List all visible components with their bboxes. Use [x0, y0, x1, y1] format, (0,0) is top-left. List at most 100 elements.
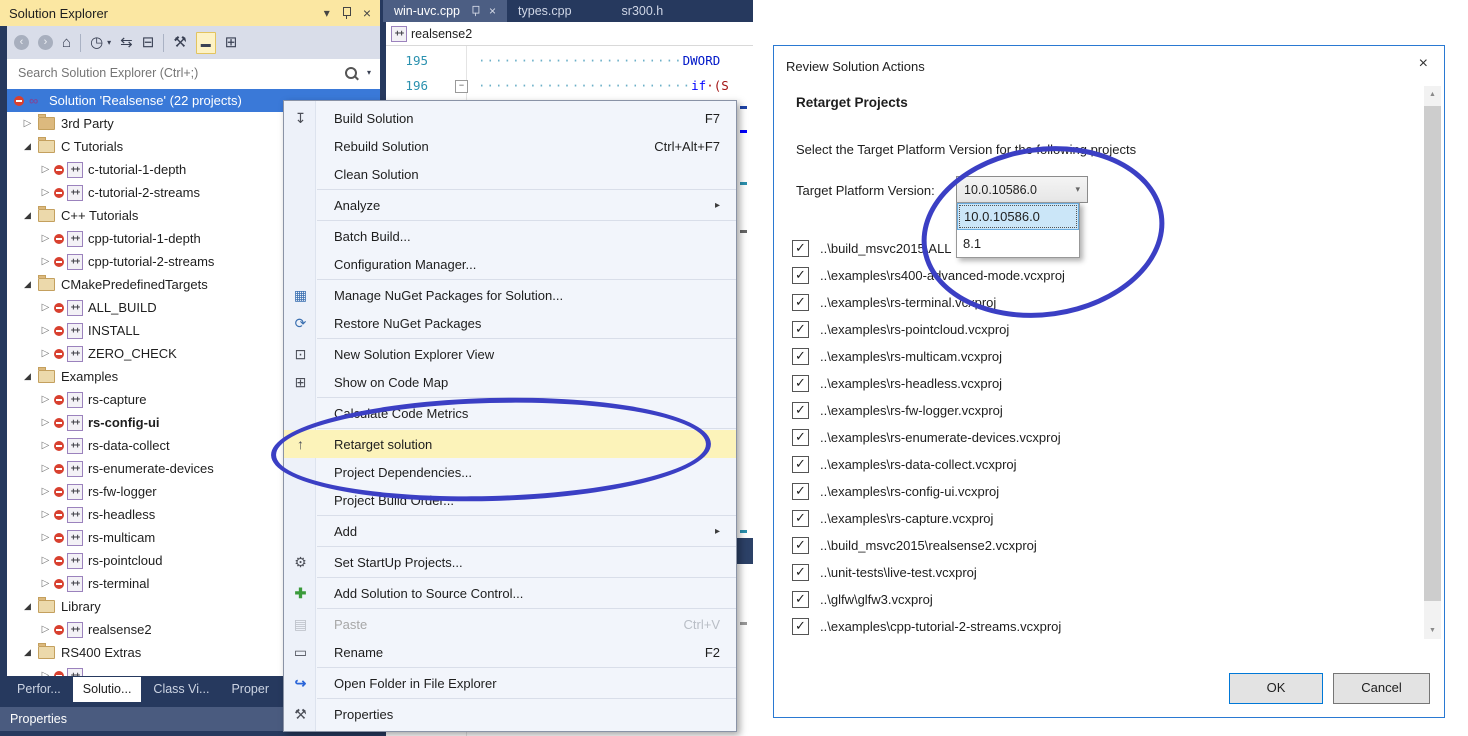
menu-item-show-on-code-map[interactable]: ⊞Show on Code Map	[284, 368, 736, 396]
menu-item-analyze[interactable]: Analyze▸	[284, 191, 736, 219]
twisty-collapsed-icon[interactable]: ▷	[39, 256, 52, 267]
twisty-collapsed-icon[interactable]: ▷	[39, 509, 52, 520]
twisty-expanded-icon[interactable]: ◢	[21, 601, 34, 612]
target-platform-version-combobox[interactable]: 10.0.10586.0 ▾	[956, 176, 1088, 203]
twisty-collapsed-icon[interactable]: ▷	[21, 118, 34, 129]
twisty-collapsed-icon[interactable]: ▷	[39, 624, 52, 635]
project-checkbox-row[interactable]: ✓..\unit-tests\live-test.vcxproj	[792, 562, 977, 582]
twisty-collapsed-icon[interactable]: ▷	[39, 417, 52, 428]
close-icon[interactable]: ×	[363, 6, 371, 20]
menu-item-project-build-order[interactable]: Project Build Order...	[284, 486, 736, 514]
menu-item-calculate-code-metrics[interactable]: Calculate Code Metrics	[284, 399, 736, 427]
twisty-collapsed-icon[interactable]: ▷	[39, 578, 52, 589]
tab-class-view[interactable]: Class Vi...	[143, 677, 219, 702]
project-checkbox-row[interactable]: ✓..\examples\rs-fw-logger.vcxproj	[792, 400, 1003, 420]
scrollbar-thumb[interactable]	[1424, 106, 1441, 601]
checkbox-checked-icon[interactable]: ✓	[792, 375, 809, 392]
close-icon[interactable]: ×	[489, 0, 496, 22]
code-map-icon[interactable]: ⊞	[225, 35, 238, 50]
back-icon[interactable]: ‹	[14, 35, 29, 50]
properties-wrench-icon[interactable]: ⚒	[173, 35, 186, 50]
menu-item-restore-nuget[interactable]: ⟳Restore NuGet Packages	[284, 309, 736, 337]
twisty-collapsed-icon[interactable]: ▷	[39, 394, 52, 405]
twisty-collapsed-icon[interactable]: ▷	[39, 532, 52, 543]
project-checkbox-row[interactable]: ✓..\examples\rs-terminal.vcxproj	[792, 292, 996, 312]
menu-item-configuration-manager[interactable]: Configuration Manager...	[284, 250, 736, 278]
twisty-collapsed-icon[interactable]: ▷	[39, 486, 52, 497]
twisty-collapsed-icon[interactable]: ▷	[39, 164, 52, 175]
project-checkbox-row[interactable]: ✓..\examples\rs-capture.vcxproj	[792, 508, 993, 528]
scroll-down-icon[interactable]: ▼	[1424, 622, 1441, 639]
breadcrumb[interactable]: realsense2	[411, 27, 472, 41]
checkbox-checked-icon[interactable]: ✓	[792, 564, 809, 581]
twisty-collapsed-icon[interactable]: ▷	[39, 233, 52, 244]
dialog-scrollbar[interactable]: ▲ ▼	[1424, 86, 1441, 639]
menu-item-new-solution-explorer-view[interactable]: ⊡New Solution Explorer View	[284, 340, 736, 368]
twisty-collapsed-icon[interactable]: ▷	[39, 302, 52, 313]
checkbox-checked-icon[interactable]: ✓	[792, 429, 809, 446]
forward-icon[interactable]: ›	[38, 35, 53, 50]
menu-item-manage-nuget[interactable]: ▦Manage NuGet Packages for Solution...	[284, 281, 736, 309]
menu-item-rename[interactable]: ▭RenameF2	[284, 638, 736, 666]
scroll-up-icon[interactable]: ▲	[1424, 86, 1441, 103]
twisty-expanded-icon[interactable]: ◢	[21, 371, 34, 382]
dropdown-option[interactable]: 8.1	[957, 230, 1079, 257]
project-checkbox-row[interactable]: ✓..\examples\rs-data-collect.vcxproj	[792, 454, 1017, 474]
checkbox-checked-icon[interactable]: ✓	[792, 483, 809, 500]
twisty-expanded-icon[interactable]: ◢	[21, 647, 34, 658]
project-checkbox-row[interactable]: ✓..\examples\rs-headless.vcxproj	[792, 373, 1002, 393]
project-checkbox-row[interactable]: ✓..\examples\rs-enumerate-devices.vcxpro…	[792, 427, 1061, 447]
checkbox-checked-icon[interactable]: ✓	[792, 240, 809, 257]
close-icon[interactable]: ×	[1419, 55, 1428, 73]
checkbox-checked-icon[interactable]: ✓	[792, 456, 809, 473]
tab-solution-explorer[interactable]: Solutio...	[73, 677, 142, 702]
search-icon[interactable]	[345, 67, 357, 79]
twisty-expanded-icon[interactable]: ◢	[21, 141, 34, 152]
project-checkbox-row[interactable]: ✓..\examples\cpp-tutorial-2-streams.vcxp…	[792, 616, 1061, 636]
project-checkbox-row[interactable]: ✓..\glfw\glfw3.vcxproj	[792, 589, 933, 609]
menu-item-rebuild-solution[interactable]: Rebuild SolutionCtrl+Alt+F7	[284, 132, 736, 160]
twisty-collapsed-icon[interactable]: ▷	[39, 187, 52, 198]
menu-item-open-folder-in-file-explorer[interactable]: ↪Open Folder in File Explorer	[284, 669, 736, 697]
window-position-icon[interactable]: ▾	[324, 7, 330, 19]
menu-item-add-to-source-control[interactable]: ✚Add Solution to Source Control...	[284, 579, 736, 607]
twisty-collapsed-icon[interactable]: ▷	[39, 463, 52, 474]
menu-item-properties[interactable]: ⚒Properties	[284, 700, 736, 728]
tab-properties[interactable]: Proper	[221, 677, 279, 702]
checkbox-checked-icon[interactable]: ✓	[792, 591, 809, 608]
show-all-files-toggle[interactable]: ▬	[196, 32, 216, 54]
checkbox-checked-icon[interactable]: ✓	[792, 267, 809, 284]
chevron-down-icon[interactable]: ▾	[367, 68, 371, 77]
chevron-down-icon[interactable]: ▾	[107, 38, 111, 47]
checkbox-checked-icon[interactable]: ✓	[792, 618, 809, 635]
collapse-all-icon[interactable]: ⊟	[142, 35, 155, 50]
project-checkbox-row[interactable]: ✓..\examples\rs400-advanced-mode.vcxproj	[792, 265, 1065, 285]
pin-icon[interactable]	[342, 7, 351, 19]
menu-item-project-dependencies[interactable]: Project Dependencies...	[284, 458, 736, 486]
tab-sr300[interactable]: sr300.h	[611, 0, 675, 22]
checkbox-checked-icon[interactable]: ✓	[792, 402, 809, 419]
checkbox-checked-icon[interactable]: ✓	[792, 348, 809, 365]
project-checkbox-row[interactable]: ✓..\examples\rs-multicam.vcxproj	[792, 346, 1002, 366]
checkbox-checked-icon[interactable]: ✓	[792, 537, 809, 554]
checkbox-checked-icon[interactable]: ✓	[792, 510, 809, 527]
project-checkbox-row[interactable]: ✓..\build_msvc2015\realsense2.vcxproj	[792, 535, 1037, 555]
cancel-button[interactable]: Cancel	[1333, 673, 1430, 704]
tab-performance[interactable]: Perfor...	[7, 677, 71, 702]
menu-item-set-startup-projects[interactable]: ⚙Set StartUp Projects...	[284, 548, 736, 576]
twisty-collapsed-icon[interactable]: ▷	[39, 555, 52, 566]
project-checkbox-row[interactable]: ✓..\examples\rs-config-ui.vcxproj	[792, 481, 999, 501]
project-checkbox-row[interactable]: ✓..\examples\rs-pointcloud.vcxproj	[792, 319, 1009, 339]
home-icon[interactable]: ⌂	[62, 35, 71, 50]
menu-item-build-solution[interactable]: ↧Build SolutionF7	[284, 104, 736, 132]
menu-item-clean-solution[interactable]: Clean Solution	[284, 160, 736, 188]
ok-button[interactable]: OK	[1229, 673, 1323, 704]
menu-item-add[interactable]: Add▸	[284, 517, 736, 545]
tab-types[interactable]: types.cpp	[507, 0, 583, 22]
fold-collapse-icon[interactable]: −	[455, 80, 468, 93]
twisty-collapsed-icon[interactable]: ▷	[39, 348, 52, 359]
checkbox-checked-icon[interactable]: ✓	[792, 294, 809, 311]
checkbox-checked-icon[interactable]: ✓	[792, 321, 809, 338]
pending-changes-icon[interactable]: ◷	[90, 35, 103, 50]
sync-with-active-document-icon[interactable]: ⇆	[120, 35, 133, 50]
